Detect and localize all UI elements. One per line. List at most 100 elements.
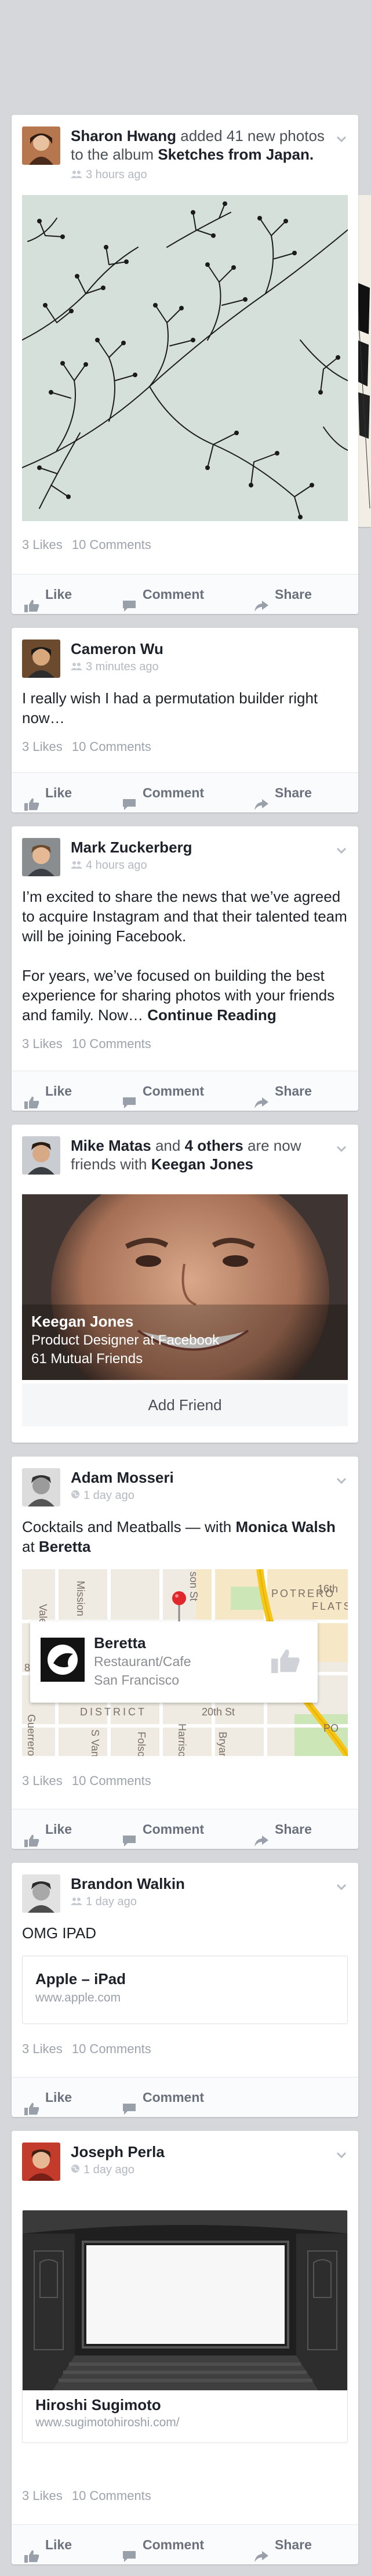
- place-name[interactable]: Beretta: [94, 1634, 146, 1652]
- like-button[interactable]: Like: [24, 1071, 72, 1111]
- album-link[interactable]: Sketches from Japan.: [158, 146, 314, 163]
- post-counts: 3 Likes 10 Comments: [22, 1036, 157, 1052]
- svg-text:Folsom: Folsom: [136, 1732, 147, 1756]
- comments-count[interactable]: 10 Comments: [72, 2488, 151, 2503]
- friend-title: Product Designer at Facebook: [31, 1332, 220, 1348]
- comments-count[interactable]: 10 Comments: [72, 537, 151, 552]
- post-header-text: Adam Mosseri 1 day ago: [71, 1468, 325, 1503]
- chevron-down-icon[interactable]: [335, 2148, 348, 2161]
- comment-button[interactable]: Comment: [122, 575, 204, 614]
- link-preview[interactable]: Apple – iPad www.apple.com: [22, 1956, 348, 2024]
- author-name[interactable]: Mark Zuckerberg: [71, 839, 192, 856]
- comment-icon: [122, 588, 137, 612]
- post-counts: 3 Likes 10 Comments: [22, 2488, 157, 2503]
- comment-button[interactable]: Comment: [122, 773, 204, 812]
- post-time: 1 day ago: [86, 1895, 137, 1908]
- like-button[interactable]: Like: [24, 773, 72, 812]
- likes-count[interactable]: 3 Likes: [22, 2042, 63, 2056]
- place-type: Restaurant/Cafe: [94, 1654, 191, 1669]
- post-card-4: Mike Matas and 4 others are now friends …: [12, 1125, 358, 1443]
- post-meta: 3 hours ago: [71, 168, 147, 181]
- place-card[interactable]: Beretta Restaurant/Cafe San Francisco: [30, 1621, 318, 1703]
- action-bar: Like Comment Share: [12, 1809, 358, 1849]
- comment-button[interactable]: Comment: [122, 2078, 204, 2117]
- map-pin-icon[interactable]: [170, 1590, 188, 1625]
- location-map[interactable]: Valencia Mission son St POTRERO 16th FLA…: [22, 1569, 348, 1756]
- chevron-down-icon[interactable]: [335, 1142, 348, 1155]
- chevron-down-icon[interactable]: [335, 1880, 348, 1893]
- avatar[interactable]: [22, 1468, 60, 1506]
- friend-name[interactable]: Keegan Jones: [31, 1313, 133, 1331]
- chevron-down-icon[interactable]: [335, 1474, 348, 1487]
- avatar[interactable]: [22, 1136, 60, 1175]
- like-button[interactable]: Like: [24, 2525, 72, 2564]
- author-name[interactable]: Mike Matas: [71, 1137, 151, 1154]
- link-preview[interactable]: Hiroshi Sugimoto www.sugimotohiroshi.com…: [22, 2210, 348, 2443]
- svg-text:20th St: 20th St: [202, 1706, 235, 1718]
- likes-count[interactable]: 3 Likes: [22, 537, 63, 552]
- comments-count[interactable]: 10 Comments: [72, 1773, 151, 1788]
- share-button[interactable]: Share: [254, 575, 312, 614]
- friends-icon: [71, 167, 82, 182]
- comment-button[interactable]: Comment: [122, 1071, 204, 1111]
- share-icon: [254, 2538, 269, 2562]
- post-meta: 4 hours ago: [71, 858, 325, 873]
- avatar[interactable]: [22, 1874, 60, 1913]
- share-button[interactable]: Share: [254, 2525, 312, 2564]
- mutual-friends[interactable]: 61 Mutual Friends: [31, 1351, 143, 1367]
- others-link[interactable]: 4 others: [185, 1137, 243, 1154]
- comments-count[interactable]: 10 Comments: [72, 739, 151, 754]
- post-counts: 3 Likes 10 Comments: [22, 537, 157, 552]
- comment-button[interactable]: Comment: [122, 1809, 204, 1849]
- share-button[interactable]: Share: [254, 773, 312, 812]
- post-card-2: Cameron Wu 3 minutes ago I really wish I…: [12, 628, 358, 812]
- avatar[interactable]: [22, 127, 60, 165]
- post-time: 4 hours ago: [86, 859, 147, 872]
- friend-link[interactable]: Keegan Jones: [151, 1155, 253, 1173]
- continue-reading-link[interactable]: Continue Reading: [147, 1006, 276, 1024]
- album-photo[interactable]: [22, 195, 348, 521]
- author-name[interactable]: Brandon Walkin: [71, 1875, 185, 1892]
- post-header: Mark Zuckerberg 4 hours ago: [22, 838, 348, 879]
- place-like-icon[interactable]: [271, 1648, 300, 1677]
- comment-icon: [122, 1823, 137, 1847]
- post-header-text: Cameron Wu 3 minutes ago: [71, 640, 325, 674]
- post-text: OMG IPAD: [22, 1924, 97, 1942]
- comment-button[interactable]: Comment: [122, 2525, 204, 2564]
- like-button[interactable]: Like: [24, 575, 72, 614]
- thumbs-up-icon: [24, 2538, 39, 2563]
- link-url: www.apple.com: [35, 1991, 121, 2004]
- svg-text:FLATS: FLATS: [312, 1600, 348, 1612]
- chevron-down-icon[interactable]: [335, 844, 348, 857]
- likes-count[interactable]: 3 Likes: [22, 2488, 63, 2503]
- likes-count[interactable]: 3 Likes: [22, 1036, 63, 1051]
- author-name[interactable]: Sharon Hwang: [71, 127, 176, 144]
- place-link[interactable]: Beretta: [39, 1538, 91, 1555]
- likes-count[interactable]: 3 Likes: [22, 1773, 63, 1788]
- comments-count[interactable]: 10 Comments: [72, 2042, 151, 2056]
- comments-count[interactable]: 10 Comments: [72, 1036, 151, 1051]
- avatar[interactable]: [22, 640, 60, 678]
- share-button[interactable]: Share: [254, 1071, 312, 1111]
- post-time: 3 hours ago: [86, 168, 147, 181]
- like-button[interactable]: Like: [24, 2078, 72, 2117]
- author-name[interactable]: Adam Mosseri: [71, 1469, 174, 1486]
- link-title: Hiroshi Sugimoto: [35, 2396, 161, 2414]
- like-button[interactable]: Like: [24, 1809, 72, 1849]
- post-header: Brandon Walkin 1 day ago: [22, 1874, 348, 1915]
- post-time: 1 day ago: [83, 1489, 134, 1502]
- avatar[interactable]: [22, 838, 60, 876]
- likes-count[interactable]: 3 Likes: [22, 739, 63, 754]
- author-name[interactable]: Cameron Wu: [71, 640, 163, 657]
- avatar[interactable]: [22, 2143, 60, 2181]
- post-time: 1 day ago: [83, 2163, 134, 2176]
- add-friend-button[interactable]: Add Friend: [22, 1383, 348, 1426]
- friend-cover-photo[interactable]: Keegan Jones Product Designer at Faceboo…: [22, 1194, 348, 1380]
- friends-icon: [71, 1894, 82, 1909]
- thumbs-up-icon: [24, 1085, 39, 1109]
- share-button[interactable]: Share: [254, 1809, 312, 1849]
- post-card-3: Mark Zuckerberg 4 hours ago I’m excited …: [12, 826, 358, 1111]
- author-name[interactable]: Joseph Perla: [71, 2143, 165, 2160]
- tagged-friend-link[interactable]: Monica Walsh: [236, 1518, 336, 1536]
- chevron-down-icon[interactable]: [335, 132, 348, 145]
